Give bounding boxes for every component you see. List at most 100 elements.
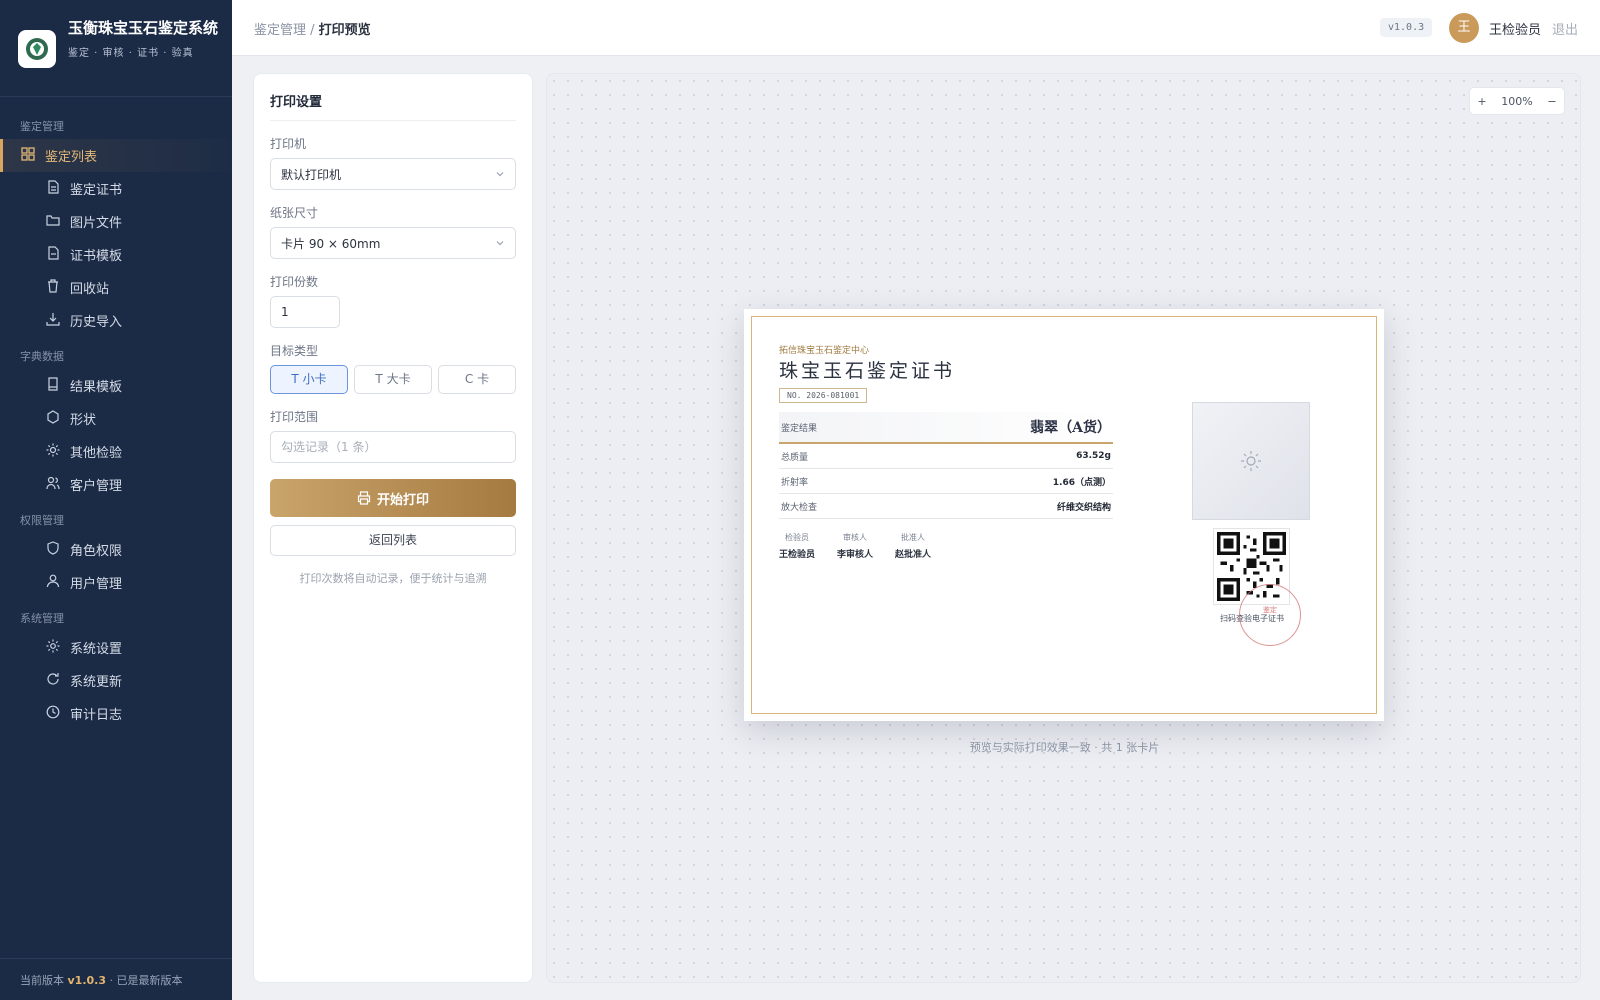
paper-size-label: 纸张尺寸 <box>270 206 319 220</box>
sidebar-item-users[interactable]: 用户管理 <box>0 566 232 599</box>
row-label: 折射率 <box>781 477 809 488</box>
version-number: v1.0.3 <box>67 974 107 987</box>
breadcrumb-current: 打印预览 <box>318 23 371 38</box>
breadcrumb: 鉴定管理 / 打印预览 <box>254 19 371 38</box>
sidebar-item-templates[interactable]: 证书模板 <box>0 238 232 271</box>
sidebar-item-images[interactable]: 图片文件 <box>0 205 232 238</box>
start-print-label: 开始打印 <box>376 492 429 508</box>
result-label: 鉴定结果 <box>781 423 818 434</box>
version-prefix: 当前版本 <box>20 974 64 987</box>
paper-size-select[interactable]: 卡片 90 × 60mm <box>270 227 516 259</box>
signer-name: 赵批准人 <box>895 550 932 560</box>
sidebar-item-result-templates[interactable]: 结果模板 <box>0 369 232 402</box>
signer-role: 审核人 <box>843 533 868 542</box>
target-type-t-small[interactable]: T 小卡 <box>270 365 348 394</box>
sun-icon <box>46 443 60 457</box>
sidebar-item-label: 形状 <box>70 413 97 428</box>
sidebar-item-customers[interactable]: 客户管理 <box>0 468 232 501</box>
panel-title: 打印设置 <box>270 91 516 121</box>
sidebar-item-other-tests[interactable]: 其他检验 <box>0 435 232 468</box>
sidebar-item-label: 用户管理 <box>70 577 123 592</box>
nav-group-permissions: 权限管理 <box>20 514 64 527</box>
sidebar-item-label: 客户管理 <box>70 479 123 494</box>
user-name[interactable]: 王检验员 <box>1489 19 1541 38</box>
chevron-down-icon <box>496 241 504 246</box>
sidebar-item-settings[interactable]: 系统设置 <box>0 631 232 664</box>
signer-approver: 批准人 赵批准人 <box>895 532 931 560</box>
seal-stamp: 鉴定 <box>1239 584 1301 646</box>
row-value: 1.66（点测） <box>1052 477 1111 488</box>
top-header: 鉴定管理 / 打印预览 v1.0.3 王 王检验员 退出 <box>232 0 1600 56</box>
table-row: 折射率 1.66（点测） <box>779 469 1113 494</box>
start-print-button[interactable]: 开始打印 <box>270 479 516 517</box>
sidebar-item-recycle-bin[interactable]: 回收站 <box>0 271 232 304</box>
sidebar-item-shapes[interactable]: 形状 <box>0 402 232 435</box>
result-table: 鉴定结果 翡翠（A货） 总质量 63.52g 折射率 1.66（点测） 放大检查… <box>779 412 1113 519</box>
signers: 检验员 王检验员 审核人 李审核人 批准人 赵批准人 <box>779 532 931 560</box>
trash-icon <box>48 279 58 293</box>
clock-icon <box>46 705 60 719</box>
certificate-card: 拓信珠宝玉石鉴定中心 珠宝玉石鉴定证书 NO. 2026-081001 鉴定结果… <box>744 309 1384 721</box>
row-value: 纤维交织结构 <box>1056 502 1111 513</box>
refresh-icon <box>47 673 59 685</box>
sidebar-item-label: 角色权限 <box>70 544 123 559</box>
print-hint: 打印次数将自动记录，便于统计与追溯 <box>299 572 487 585</box>
sidebar-item-label: 其他检验 <box>70 446 123 461</box>
user-icon <box>46 574 60 588</box>
table-row: 放大检查 纤维交织结构 <box>779 494 1113 519</box>
signer-role: 检验员 <box>785 533 809 542</box>
file-icon <box>48 246 59 260</box>
certificate-number: NO. 2026-081001 <box>779 388 868 403</box>
sidebar-item-label: 回收站 <box>70 282 110 297</box>
brand-subtitle: 鉴定 · 审核 · 证书 · 验真 <box>68 48 194 59</box>
target-type-t-large[interactable]: T 大卡 <box>354 365 432 394</box>
sidebar-item-roles[interactable]: 角色权限 <box>0 533 232 566</box>
back-to-list-button[interactable]: 返回列表 <box>270 525 516 556</box>
image-placeholder-icon <box>1241 451 1261 471</box>
chevron-down-icon <box>496 172 504 177</box>
sidebar-item-label: 鉴定列表 <box>45 150 98 165</box>
sidebar-item-history-import[interactable]: 历史导入 <box>0 304 232 337</box>
nav-group-appraisal: 鉴定管理 <box>20 120 64 133</box>
printer-select[interactable]: 默认打印机 <box>270 158 516 190</box>
breadcrumb-parent[interactable]: 鉴定管理 <box>254 23 306 38</box>
gem-photo-placeholder <box>1192 402 1310 520</box>
sidebar-item-label: 图片文件 <box>70 216 123 231</box>
grid-icon <box>21 147 35 161</box>
hexagon-icon <box>47 410 59 424</box>
row-label: 放大检查 <box>781 502 818 513</box>
target-type-c-card[interactable]: C 卡 <box>438 365 516 394</box>
target-type-label: 目标类型 <box>270 344 319 358</box>
row-label: 总质量 <box>781 452 809 463</box>
certificate-title: 珠宝玉石鉴定证书 <box>779 360 956 382</box>
sidebar-item-label: 鉴定证书 <box>70 183 123 198</box>
sidebar-item-appraisal-list[interactable]: 鉴定列表 <box>0 139 232 172</box>
sidebar-item-certificates[interactable]: 鉴定证书 <box>0 172 232 205</box>
signer-role: 批准人 <box>901 533 926 542</box>
gear-icon <box>46 639 60 653</box>
preview-canvas: + 100% − 拓信珠宝玉石鉴定中心 珠宝玉石鉴定证书 NO. 2026-08… <box>546 73 1581 983</box>
version-footer: 当前版本 v1.0.3 · 已是最新版本 <box>0 958 232 1000</box>
sidebar-item-audit-log[interactable]: 审计日志 <box>0 697 232 730</box>
signer-name: 李审核人 <box>837 550 874 560</box>
sidebar-item-updates[interactable]: 系统更新 <box>0 664 232 697</box>
sidebar-item-label: 历史导入 <box>70 315 123 330</box>
avatar[interactable]: 王 <box>1449 13 1479 43</box>
print-range-input[interactable]: 勾选记录（1 条） <box>270 431 516 463</box>
signer-inspector: 检验员 王检验员 <box>779 532 815 560</box>
zoom-in-button[interactable]: + <box>1477 95 1486 108</box>
logo-icon <box>18 30 56 68</box>
row-value: 63.52g <box>1076 451 1111 461</box>
zoom-out-button[interactable]: − <box>1547 95 1556 108</box>
version-badge: v1.0.3 <box>1380 18 1433 37</box>
target-type-group: T 小卡 T 大卡 C 卡 <box>270 365 516 394</box>
zoom-level: 100% <box>1501 94 1533 108</box>
zoom-control: + 100% − <box>1469 87 1565 115</box>
nav-group-dictionary: 字典数据 <box>20 350 64 363</box>
signer-name: 王检验员 <box>779 550 816 560</box>
copies-input[interactable]: 1 <box>270 296 340 328</box>
logout-link[interactable]: 退出 <box>1552 19 1578 38</box>
result-value: 翡翠（A货） <box>1030 420 1111 436</box>
users-icon <box>46 476 60 490</box>
paper-size-value: 卡片 90 × 60mm <box>281 236 381 251</box>
